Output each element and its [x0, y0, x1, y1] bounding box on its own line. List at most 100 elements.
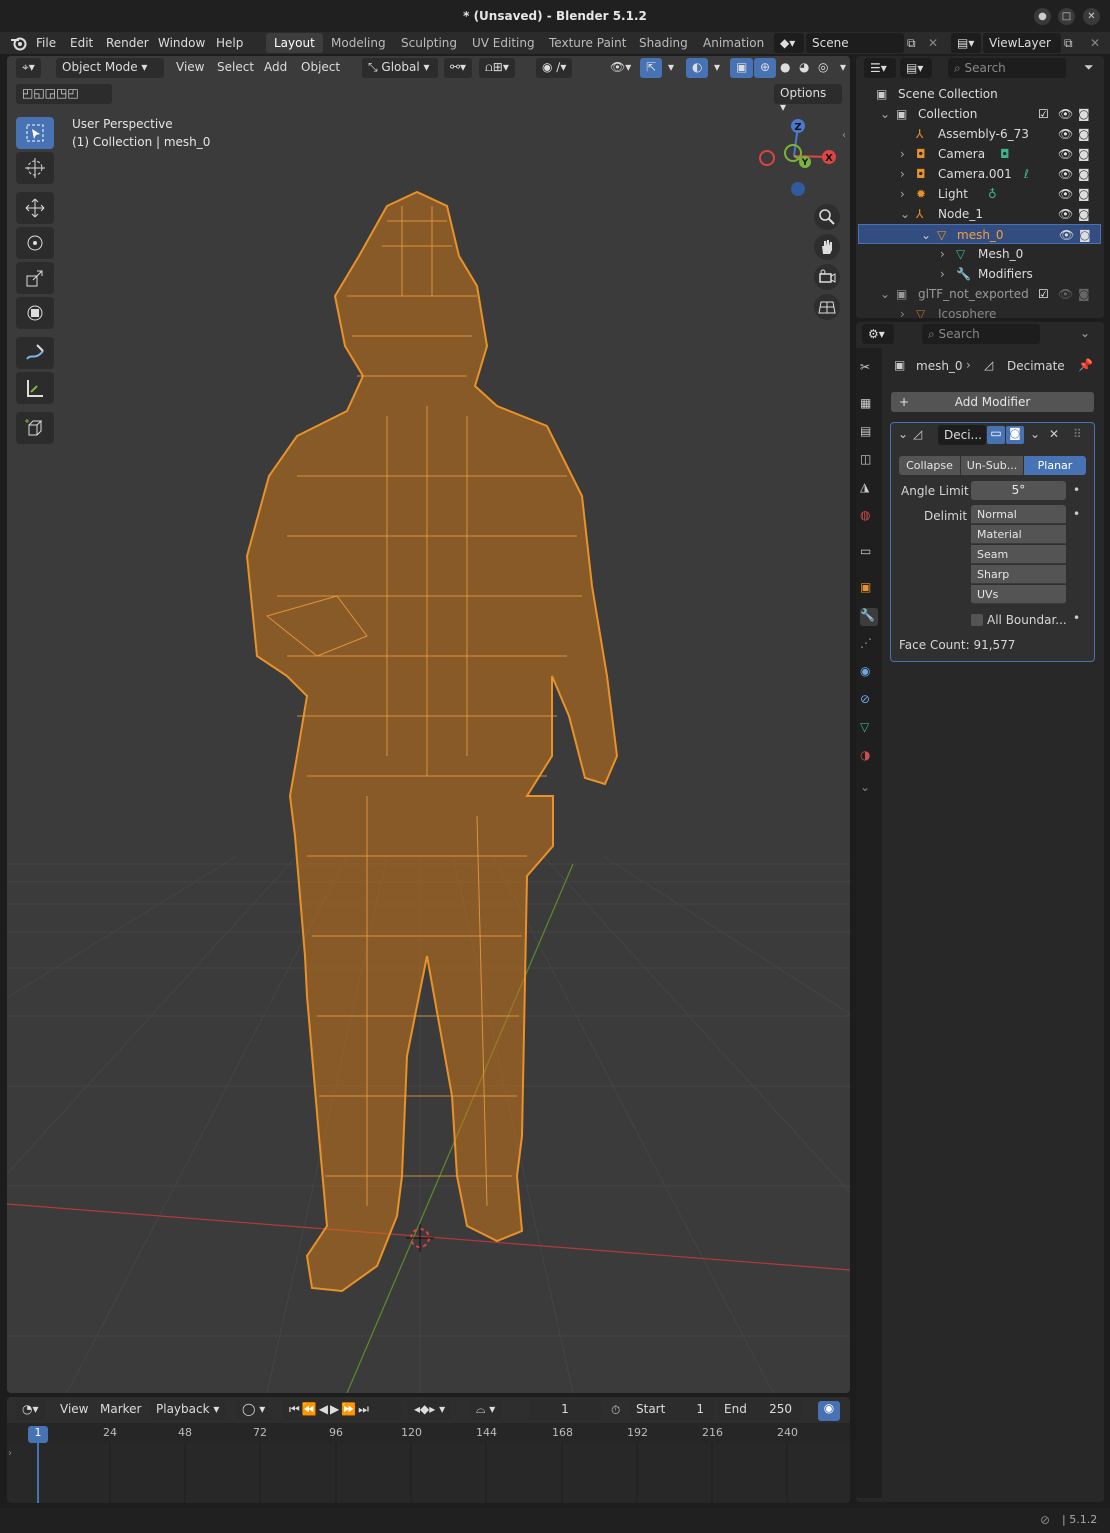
outliner-row-gltf-not-exported[interactable]: ⌄ ▣ glTF_not_exported ☑ 👁 ◙ — [856, 284, 1104, 304]
shading-dropdown[interactable]: ▾ — [834, 58, 852, 78]
menu-object[interactable]: Object — [295, 58, 346, 78]
outliner-row-icosphere[interactable]: › ▽ Icosphere — [856, 304, 1104, 318]
render-camera-icon[interactable]: ◙ — [1078, 147, 1090, 161]
overlay-dropdown[interactable]: ▾ — [708, 58, 726, 78]
physics-tab-icon[interactable]: ◉ — [860, 664, 878, 682]
menu-help[interactable]: Help — [216, 36, 243, 50]
maximize-button[interactable]: □ — [1058, 8, 1075, 25]
timeline-options-icon[interactable]: ◉ — [818, 1401, 840, 1421]
blender-logo-icon[interactable] — [10, 35, 28, 51]
chevron-down-icon[interactable]: ⌄ — [880, 107, 890, 121]
menu-view[interactable]: View — [170, 58, 210, 78]
tool-annotate[interactable] — [16, 337, 54, 369]
checkbox-icon[interactable]: ☑ — [1038, 287, 1049, 301]
outliner-search-input[interactable]: ⌕ Search — [948, 58, 1066, 78]
constraints-tab-icon[interactable]: ⊘ — [860, 692, 878, 710]
tool-measure[interactable] — [16, 372, 54, 404]
rendered-shading-button[interactable]: ◎ — [812, 58, 834, 78]
options-dropdown[interactable]: Options ▾ — [774, 84, 842, 114]
xray-toggle-button[interactable]: ▣ — [730, 58, 754, 78]
render-camera-icon[interactable]: ◙ — [1078, 107, 1090, 121]
chevron-right-icon[interactable]: › — [900, 147, 905, 161]
chevron-right-icon[interactable]: › — [900, 167, 905, 181]
editor-type-button[interactable]: ⌖▾ — [16, 58, 41, 78]
object-tab-icon[interactable]: ▣ — [860, 580, 878, 598]
delimit-material[interactable]: Material — [971, 525, 1066, 544]
auto-keying-button[interactable]: ◯ ▾ — [236, 1400, 272, 1420]
tool-cursor[interactable] — [16, 152, 54, 184]
outliner-row-camera-001[interactable]: › ◘ Camera.001 ℓ 👁 ◙ — [856, 164, 1104, 184]
pivot-point-button[interactable]: ⚯▾ — [444, 58, 473, 78]
proportional-edit-button[interactable]: ◉ ∕▾ — [536, 58, 573, 78]
render-camera-icon[interactable]: ◙ — [1078, 287, 1090, 301]
properties-search-input[interactable]: ⌕ Search — [922, 324, 1040, 344]
keyframe-dot-icon[interactable]: • — [1073, 483, 1080, 497]
menu-edit[interactable]: Edit — [70, 36, 93, 50]
delimit-seam[interactable]: Seam — [971, 545, 1066, 564]
drag-handle-icon[interactable]: ⠿ — [1073, 427, 1082, 441]
tool-add-cube[interactable] — [16, 412, 54, 444]
outliner-row-modifiers[interactable]: › 🔧 Modifiers — [856, 264, 1104, 284]
outliner-row-scene-collection[interactable]: ▣ Scene Collection — [856, 84, 1104, 104]
channel-expand-icon[interactable]: › — [8, 1448, 12, 1459]
end-frame-field[interactable]: End 250 — [718, 1400, 802, 1420]
add-modifier-button[interactable]: + Add Modifier — [891, 392, 1094, 412]
all-boundaries-checkbox[interactable] — [971, 614, 983, 626]
delete-viewlayer-icon[interactable]: ✕ — [1090, 36, 1100, 50]
current-frame-field[interactable]: 1 — [529, 1400, 601, 1420]
timeline-track-area[interactable] — [7, 1443, 850, 1503]
eye-icon[interactable]: 👁 — [1059, 228, 1074, 242]
eye-icon[interactable]: 👁 — [1058, 167, 1073, 181]
mode-collapse-button[interactable]: Collapse — [899, 456, 960, 475]
chevron-down-icon[interactable]: ⌄ — [900, 207, 910, 221]
delete-scene-icon[interactable]: ✕ — [928, 36, 938, 50]
outliner-editor-type[interactable]: ☰▾ — [864, 58, 896, 78]
keyframe-dot-icon[interactable]: • — [1073, 507, 1080, 521]
scene-field[interactable]: Scene — [806, 33, 904, 53]
delimit-sharp[interactable]: Sharp — [971, 565, 1066, 584]
eye-icon[interactable]: 👁 — [1058, 147, 1073, 161]
timeline-menu-view[interactable]: View — [54, 1400, 94, 1420]
render-camera-icon[interactable]: ◙ — [1078, 127, 1090, 141]
keyframe-jump-buttons[interactable]: ◂◆▸ ▾ — [408, 1400, 452, 1420]
output-tab-icon[interactable]: ▤ — [860, 424, 878, 442]
mesh-data-tab-icon[interactable]: ▽ — [860, 720, 878, 738]
timeline-editor-type[interactable]: ◔▾ — [16, 1400, 45, 1420]
modifier-tab-icon[interactable]: 🔧 — [860, 608, 878, 626]
camera-view-button[interactable] — [814, 264, 840, 290]
outliner-row-assembly[interactable]: ⅄ Assembly-6_73 👁 ◙ — [856, 124, 1104, 144]
menu-window[interactable]: Window — [158, 36, 205, 50]
modifier-menu-icon[interactable]: ⌄ — [1030, 427, 1040, 441]
tool-scale[interactable] — [16, 262, 54, 294]
more-tabs-icon[interactable]: ⌄ — [860, 780, 878, 798]
outliner-row-collection[interactable]: ⌄ ▣ Collection ☑ 👁 ◙ — [856, 104, 1104, 124]
viewlayer-browse-button[interactable]: ▤▾ — [951, 33, 981, 53]
particles-tab-icon[interactable]: ⋰ — [860, 636, 878, 654]
wireframe-shading-button[interactable]: ⊕ — [754, 58, 777, 78]
new-viewlayer-icon[interactable]: ⧉ — [1064, 36, 1073, 51]
material-tab-icon[interactable]: ◑ — [860, 748, 878, 766]
menu-file[interactable]: File — [36, 36, 56, 50]
3d-cursor[interactable] — [406, 1224, 434, 1252]
outliner-display-mode[interactable]: ▤▾ — [900, 58, 932, 78]
gizmo-negative-x[interactable] — [759, 150, 775, 166]
checkbox-icon[interactable]: ☑ — [1038, 107, 1049, 121]
stopwatch-icon[interactable]: ⏱ — [611, 1403, 620, 1418]
tab-uv-editing[interactable]: UV Editing — [464, 33, 543, 53]
frame-ruler[interactable] — [7, 1423, 850, 1443]
navigation-gizmo[interactable]: Z X Y — [759, 119, 836, 196]
keyframe-dot-icon[interactable]: • — [1073, 611, 1080, 625]
visibility-button[interactable]: 👁▾ — [604, 58, 637, 78]
outliner-row-camera[interactable]: › ◘ Camera ◘ 👁 ◙ — [856, 144, 1104, 164]
perspective-toggle-button[interactable] — [814, 294, 840, 320]
world-tab-icon[interactable]: ◍ — [860, 508, 878, 526]
overlay-toggle-button[interactable]: ◐ — [686, 58, 709, 78]
filter-icon[interactable]: ⏷ — [1084, 60, 1094, 75]
tab-animation[interactable]: Animation — [695, 33, 772, 53]
tab-layout[interactable]: Layout — [266, 33, 323, 53]
tool-move[interactable] — [16, 192, 54, 224]
gizmo-negative-y[interactable] — [784, 144, 802, 162]
eye-icon[interactable]: 👁 — [1058, 187, 1073, 201]
transform-orientation-dropdown[interactable]: ⤡ Global ▾ — [362, 58, 438, 78]
show-in-render-icon[interactable]: ◙ — [1006, 426, 1024, 444]
